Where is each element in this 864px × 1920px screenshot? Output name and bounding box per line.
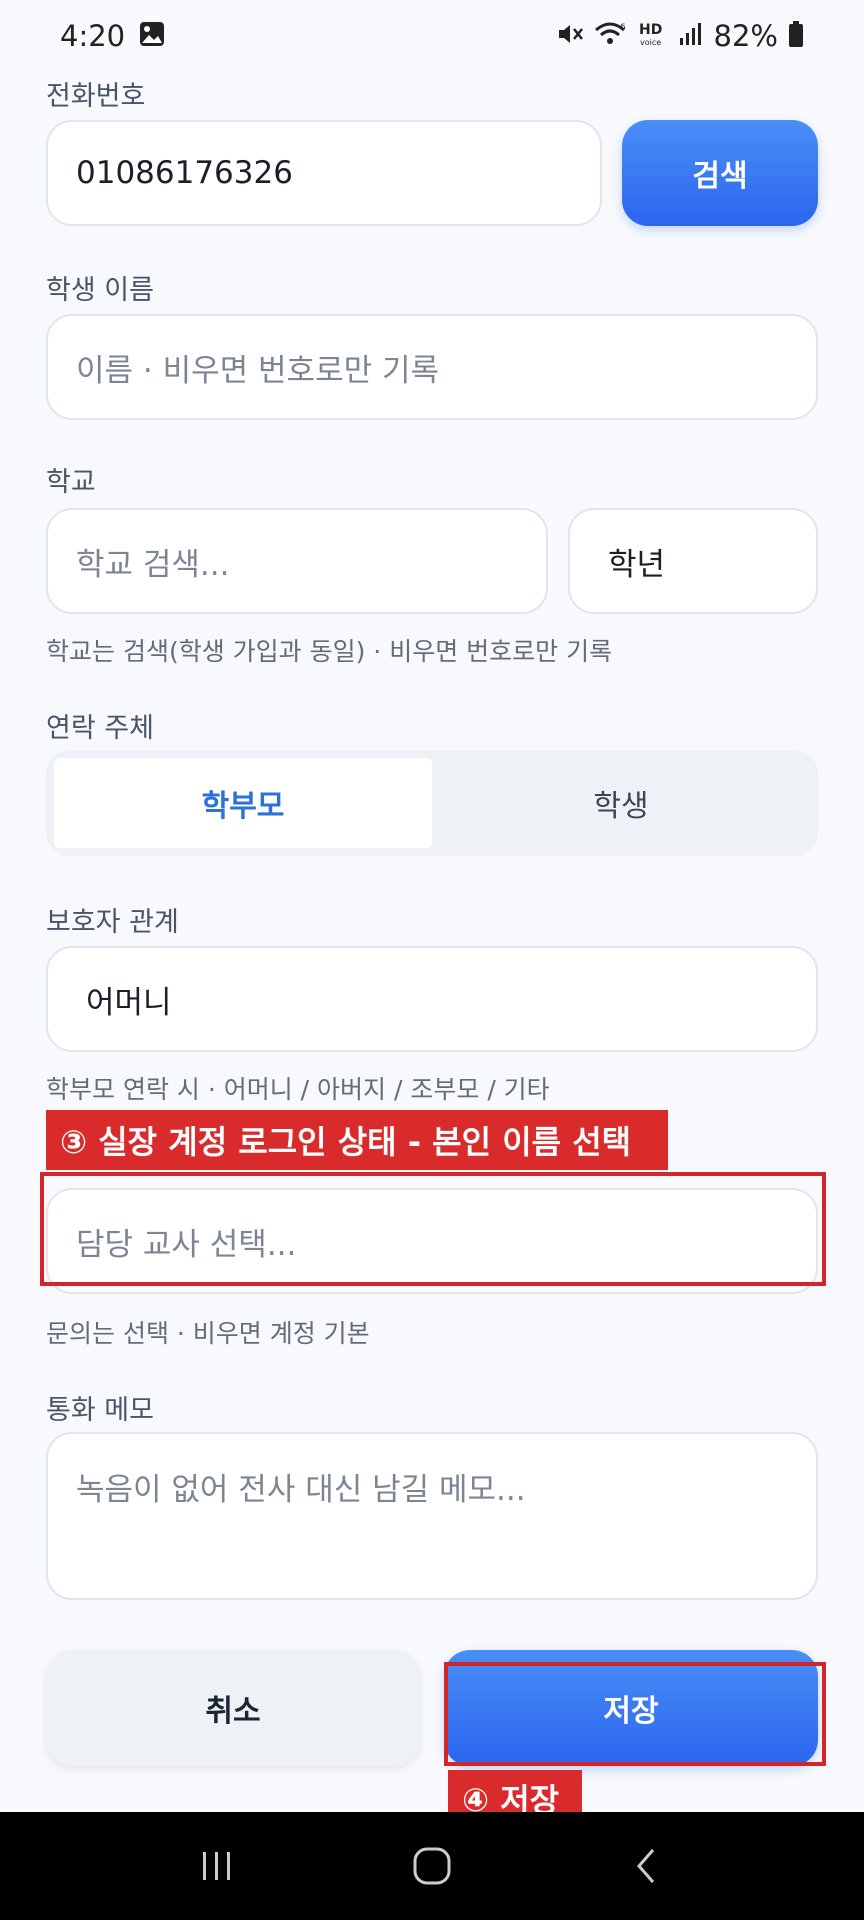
svg-text:HD: HD [639,22,662,38]
mute-icon [556,20,584,52]
contact-subject-segment: 학부모 학생 [46,750,818,856]
svg-text:voice: voice [640,38,661,47]
school-label: 학교 [46,467,96,498]
memo-placeholder: 녹음이 없어 전사 대신 남길 메모... [76,1472,526,1508]
battery-percent: 82% [713,19,778,53]
cancel-button[interactable]: 취소 [46,1650,420,1766]
status-bar: 4:20 6 HD voice 82% [0,0,864,72]
guardian-hint: 학부모 연락 시 · 어머니 / 아버지 / 조부모 / 기타 [46,1075,550,1104]
phone-input[interactable]: 01086176326 [46,120,602,226]
phone-search-button[interactable]: 검색 [622,120,818,226]
recent-apps-icon [203,1852,231,1880]
school-search-placeholder: 학교 검색... [76,546,230,583]
grade-select-value: 학년 [608,546,666,583]
hd-voice-icon: HD voice [638,20,668,52]
student-name-input[interactable]: 이름 · 비우면 번호로만 기록 [46,314,818,420]
status-time: 4:20 [60,19,126,53]
call-record-form-screen: 4:20 6 HD voice 82% 전화번호 01086176326 검색 … [0,0,864,1920]
guardian-label: 보호자 관계 [46,907,179,938]
svg-text:6: 6 [620,23,626,33]
school-search-input[interactable]: 학교 검색... [46,508,548,614]
back-icon [636,1849,654,1883]
segment-option-parent[interactable]: 학부모 [54,758,432,848]
navigation-bar [0,1812,864,1920]
wifi-icon: 6 [594,20,628,52]
phone-value: 01086176326 [76,155,293,191]
gallery-icon [139,21,165,51]
annotation-step3-text: ③ 실장 계정 로그인 상태 - 본인 이름 선택 [60,1123,632,1161]
guardian-select-value: 어머니 [86,984,172,1021]
annotation-step3-box [40,1172,826,1286]
grade-select[interactable]: 학년 [568,508,818,614]
phone-label: 전화번호 [46,81,146,112]
back-button[interactable] [607,1826,687,1906]
signal-icon [678,20,704,52]
student-name-label: 학생 이름 [46,275,154,306]
memo-label: 통화 메모 [46,1395,154,1426]
home-button[interactable] [392,1826,472,1906]
annotation-step3-label: ③ 실장 계정 로그인 상태 - 본인 이름 선택 [46,1110,668,1170]
recent-apps-button[interactable] [177,1826,257,1906]
school-hint: 학교는 검색(학생 가입과 동일) · 비우면 번호로만 기록 [46,637,613,666]
student-name-placeholder: 이름 · 비우면 번호로만 기록 [76,352,439,389]
contact-subject-label: 연락 주체 [46,713,154,744]
annotation-step4-box [444,1662,826,1766]
memo-textarea[interactable]: 녹음이 없어 전사 대신 남길 메모... [46,1432,818,1600]
battery-icon [788,20,804,52]
home-icon [413,1847,451,1885]
segment-option-student[interactable]: 학생 [432,758,810,848]
teacher-hint: 문의는 선택 · 비우면 계정 기본 [46,1319,370,1348]
guardian-select[interactable]: 어머니 [46,946,818,1052]
